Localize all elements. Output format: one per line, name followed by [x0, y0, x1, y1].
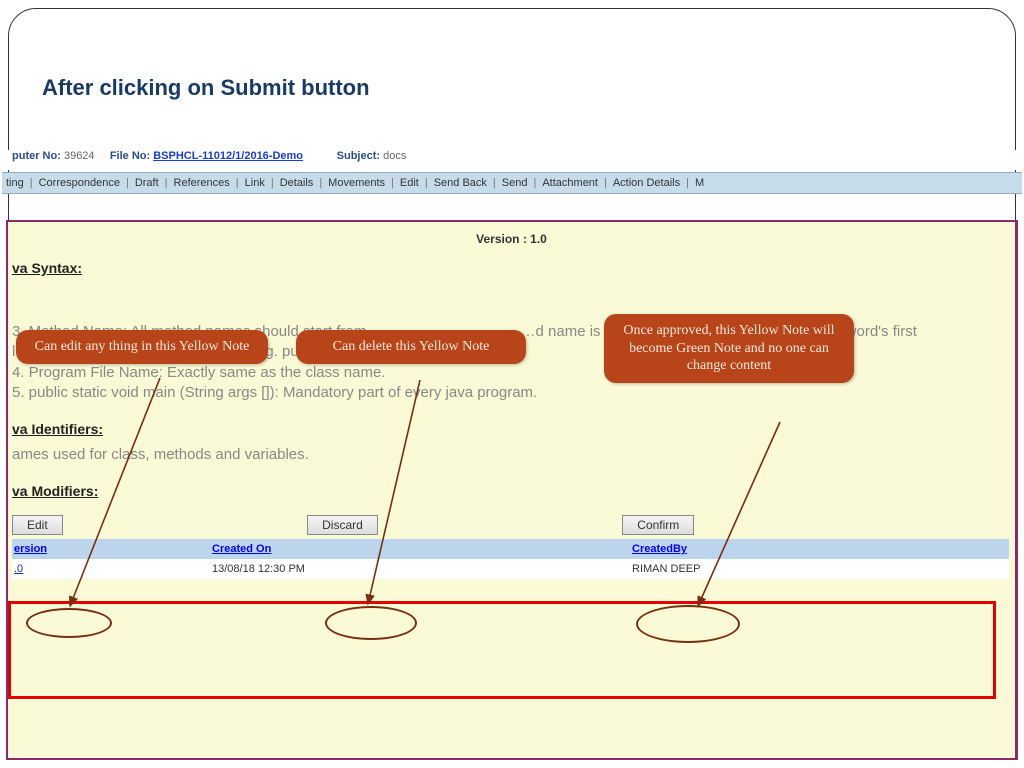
discard-button[interactable]: Discard	[307, 515, 378, 535]
subject-label: Subject:	[337, 150, 380, 162]
action-button-row: Edit Discard Confirm	[12, 513, 1009, 539]
file-no-label: File No:	[110, 150, 150, 162]
tab-bar: ting| Correspondence| Draft| References|…	[2, 172, 1022, 194]
tab-correspondence[interactable]: Correspondence	[35, 177, 124, 189]
java-line-5: 5. public static void main (String args …	[12, 383, 1009, 403]
tab-draft[interactable]: Draft	[131, 177, 163, 189]
callout-confirm: Once approved, this Yellow Note will bec…	[604, 314, 854, 383]
col-created-by[interactable]: CreatedBy	[632, 543, 687, 555]
tab-attachment[interactable]: Attachment	[538, 177, 602, 189]
java-identifiers-body: ames used for class, methods and variabl…	[12, 445, 1009, 465]
row-version[interactable]: .0	[14, 563, 23, 575]
subject-value: docs	[383, 150, 406, 162]
file-no-link[interactable]: BSPHCL-11012/1/2016-Demo	[153, 150, 303, 162]
version-label: Version : 1.0	[8, 222, 1015, 252]
tab-references[interactable]: References	[170, 177, 234, 189]
java-syntax-heading: va Syntax:	[12, 260, 1009, 276]
col-version[interactable]: ersion	[14, 543, 47, 555]
tab-link[interactable]: Link	[241, 177, 269, 189]
java-line-4: 4. Program File Name: Exactly same as th…	[12, 363, 1009, 383]
confirm-button[interactable]: Confirm	[622, 515, 694, 535]
tab-more[interactable]: M	[691, 177, 708, 189]
computer-no-label: puter No:	[12, 150, 61, 162]
tab-details[interactable]: Details	[276, 177, 318, 189]
callout-discard: Can delete this Yellow Note	[296, 330, 526, 364]
tab-action-details[interactable]: Action Details	[609, 177, 684, 189]
row-created-on: 13/08/18 12:30 PM	[212, 563, 632, 575]
tab-edit[interactable]: Edit	[396, 177, 423, 189]
edit-button[interactable]: Edit	[12, 515, 63, 535]
callout-edit: Can edit any thing in this Yellow Note	[16, 330, 268, 364]
tab-send-back[interactable]: Send Back	[430, 177, 491, 189]
yellow-note-panel: Version : 1.0 va Syntax: 3. Method Name:…	[6, 220, 1018, 760]
java-identifiers-heading: va Identifiers:	[12, 421, 1009, 437]
table-row: .0 13/08/18 12:30 PM RIMAN DEEP	[12, 559, 1009, 579]
computer-no-value: 39624	[64, 150, 95, 162]
versions-table-header: ersion Created On CreatedBy	[12, 539, 1009, 559]
row-created-by: RIMAN DEEP	[632, 563, 1009, 575]
java-modifiers-heading: va Modifiers:	[12, 483, 1009, 499]
col-created-on[interactable]: Created On	[212, 543, 271, 555]
tab-movements[interactable]: Movements	[324, 177, 389, 189]
file-info-bar: puter No: 39624 File No: BSPHCL-11012/1/…	[8, 150, 1016, 170]
tab-noting[interactable]: ting	[2, 177, 28, 189]
tab-send[interactable]: Send	[498, 177, 532, 189]
slide-title: After clicking on Submit button	[42, 75, 370, 101]
